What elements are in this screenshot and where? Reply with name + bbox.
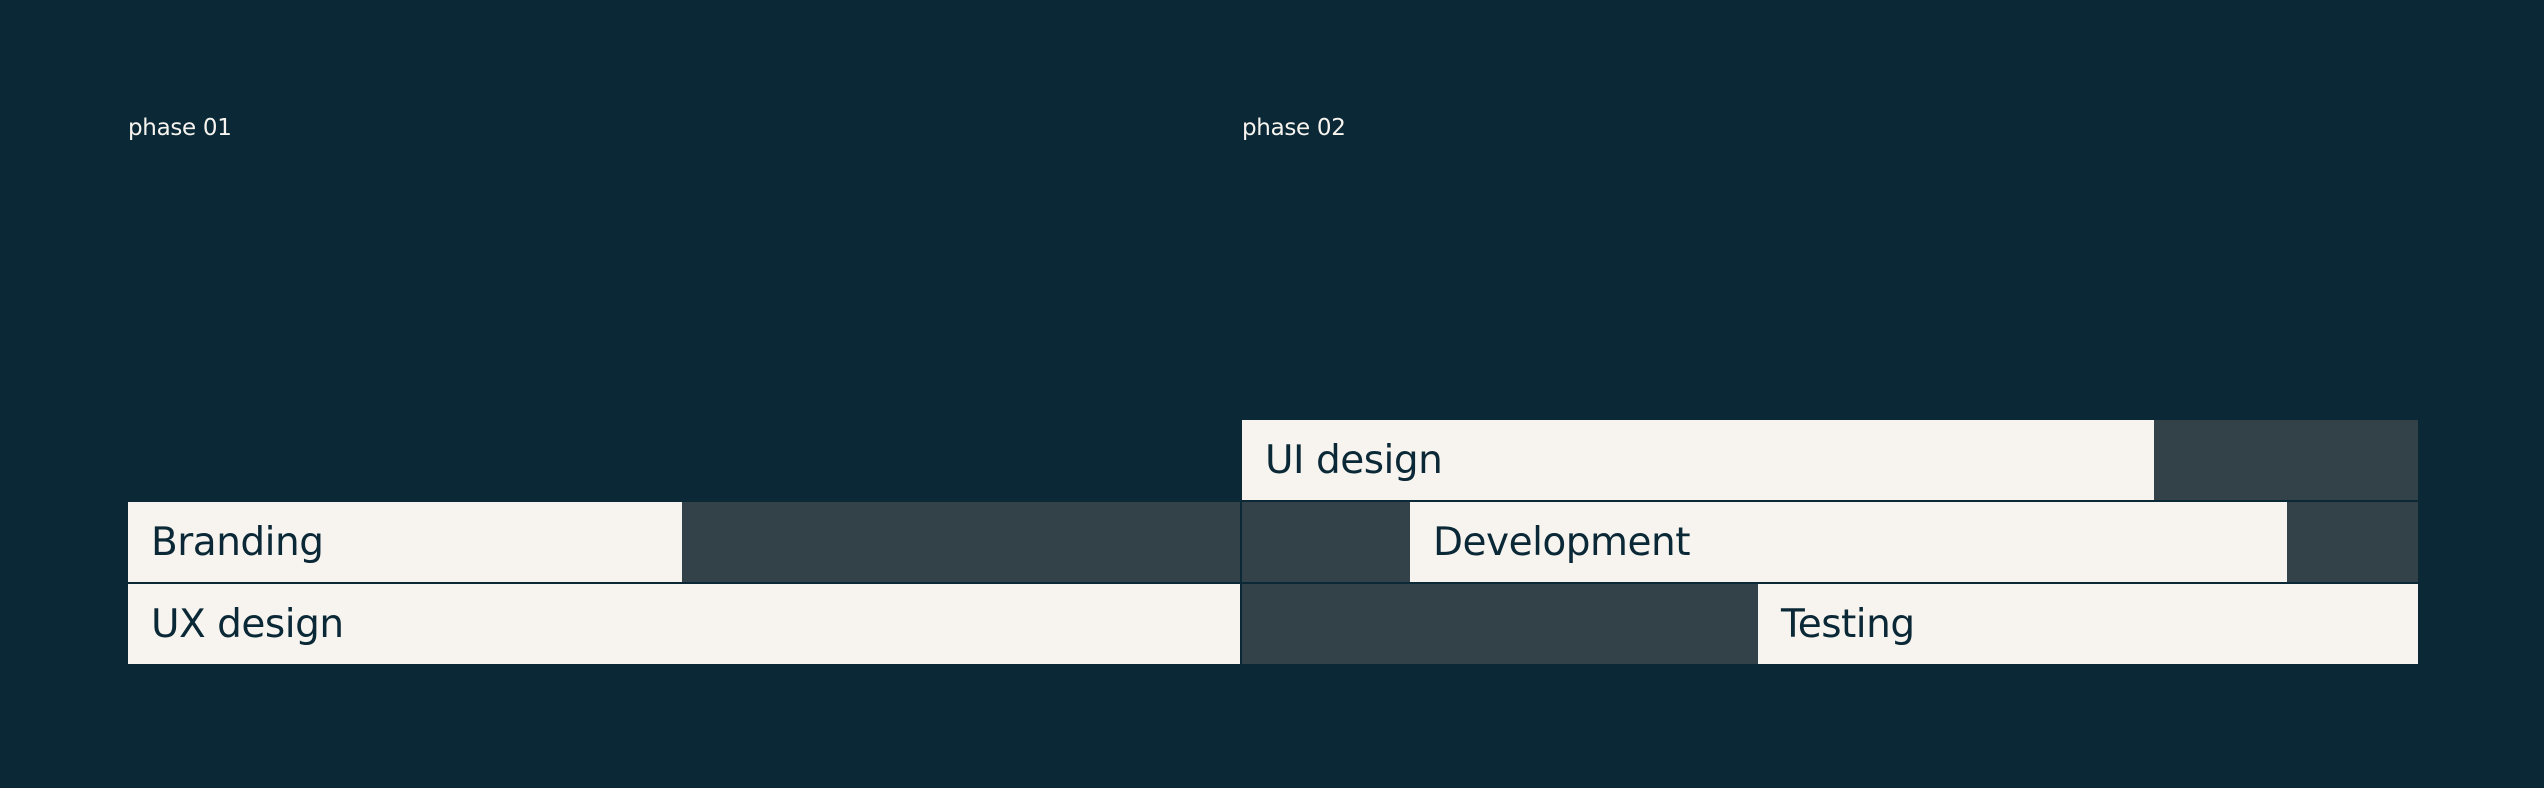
- development-bar: Development: [1410, 502, 2287, 582]
- ui-design-label: UI design: [1265, 437, 1443, 483]
- ux-design-label: UX design: [151, 601, 344, 647]
- ui-design-bar: UI design: [1242, 420, 2154, 500]
- testing-bar: Testing: [1758, 584, 2418, 664]
- branding-bar: Branding: [128, 502, 682, 582]
- testing-label: Testing: [1781, 601, 1915, 647]
- phase-02-label: phase 02: [1242, 115, 1346, 141]
- ux-design-bar: UX design: [128, 584, 1240, 664]
- phase-01-label: phase 01: [128, 115, 232, 141]
- branding-label: Branding: [151, 519, 324, 565]
- development-label: Development: [1433, 519, 1691, 565]
